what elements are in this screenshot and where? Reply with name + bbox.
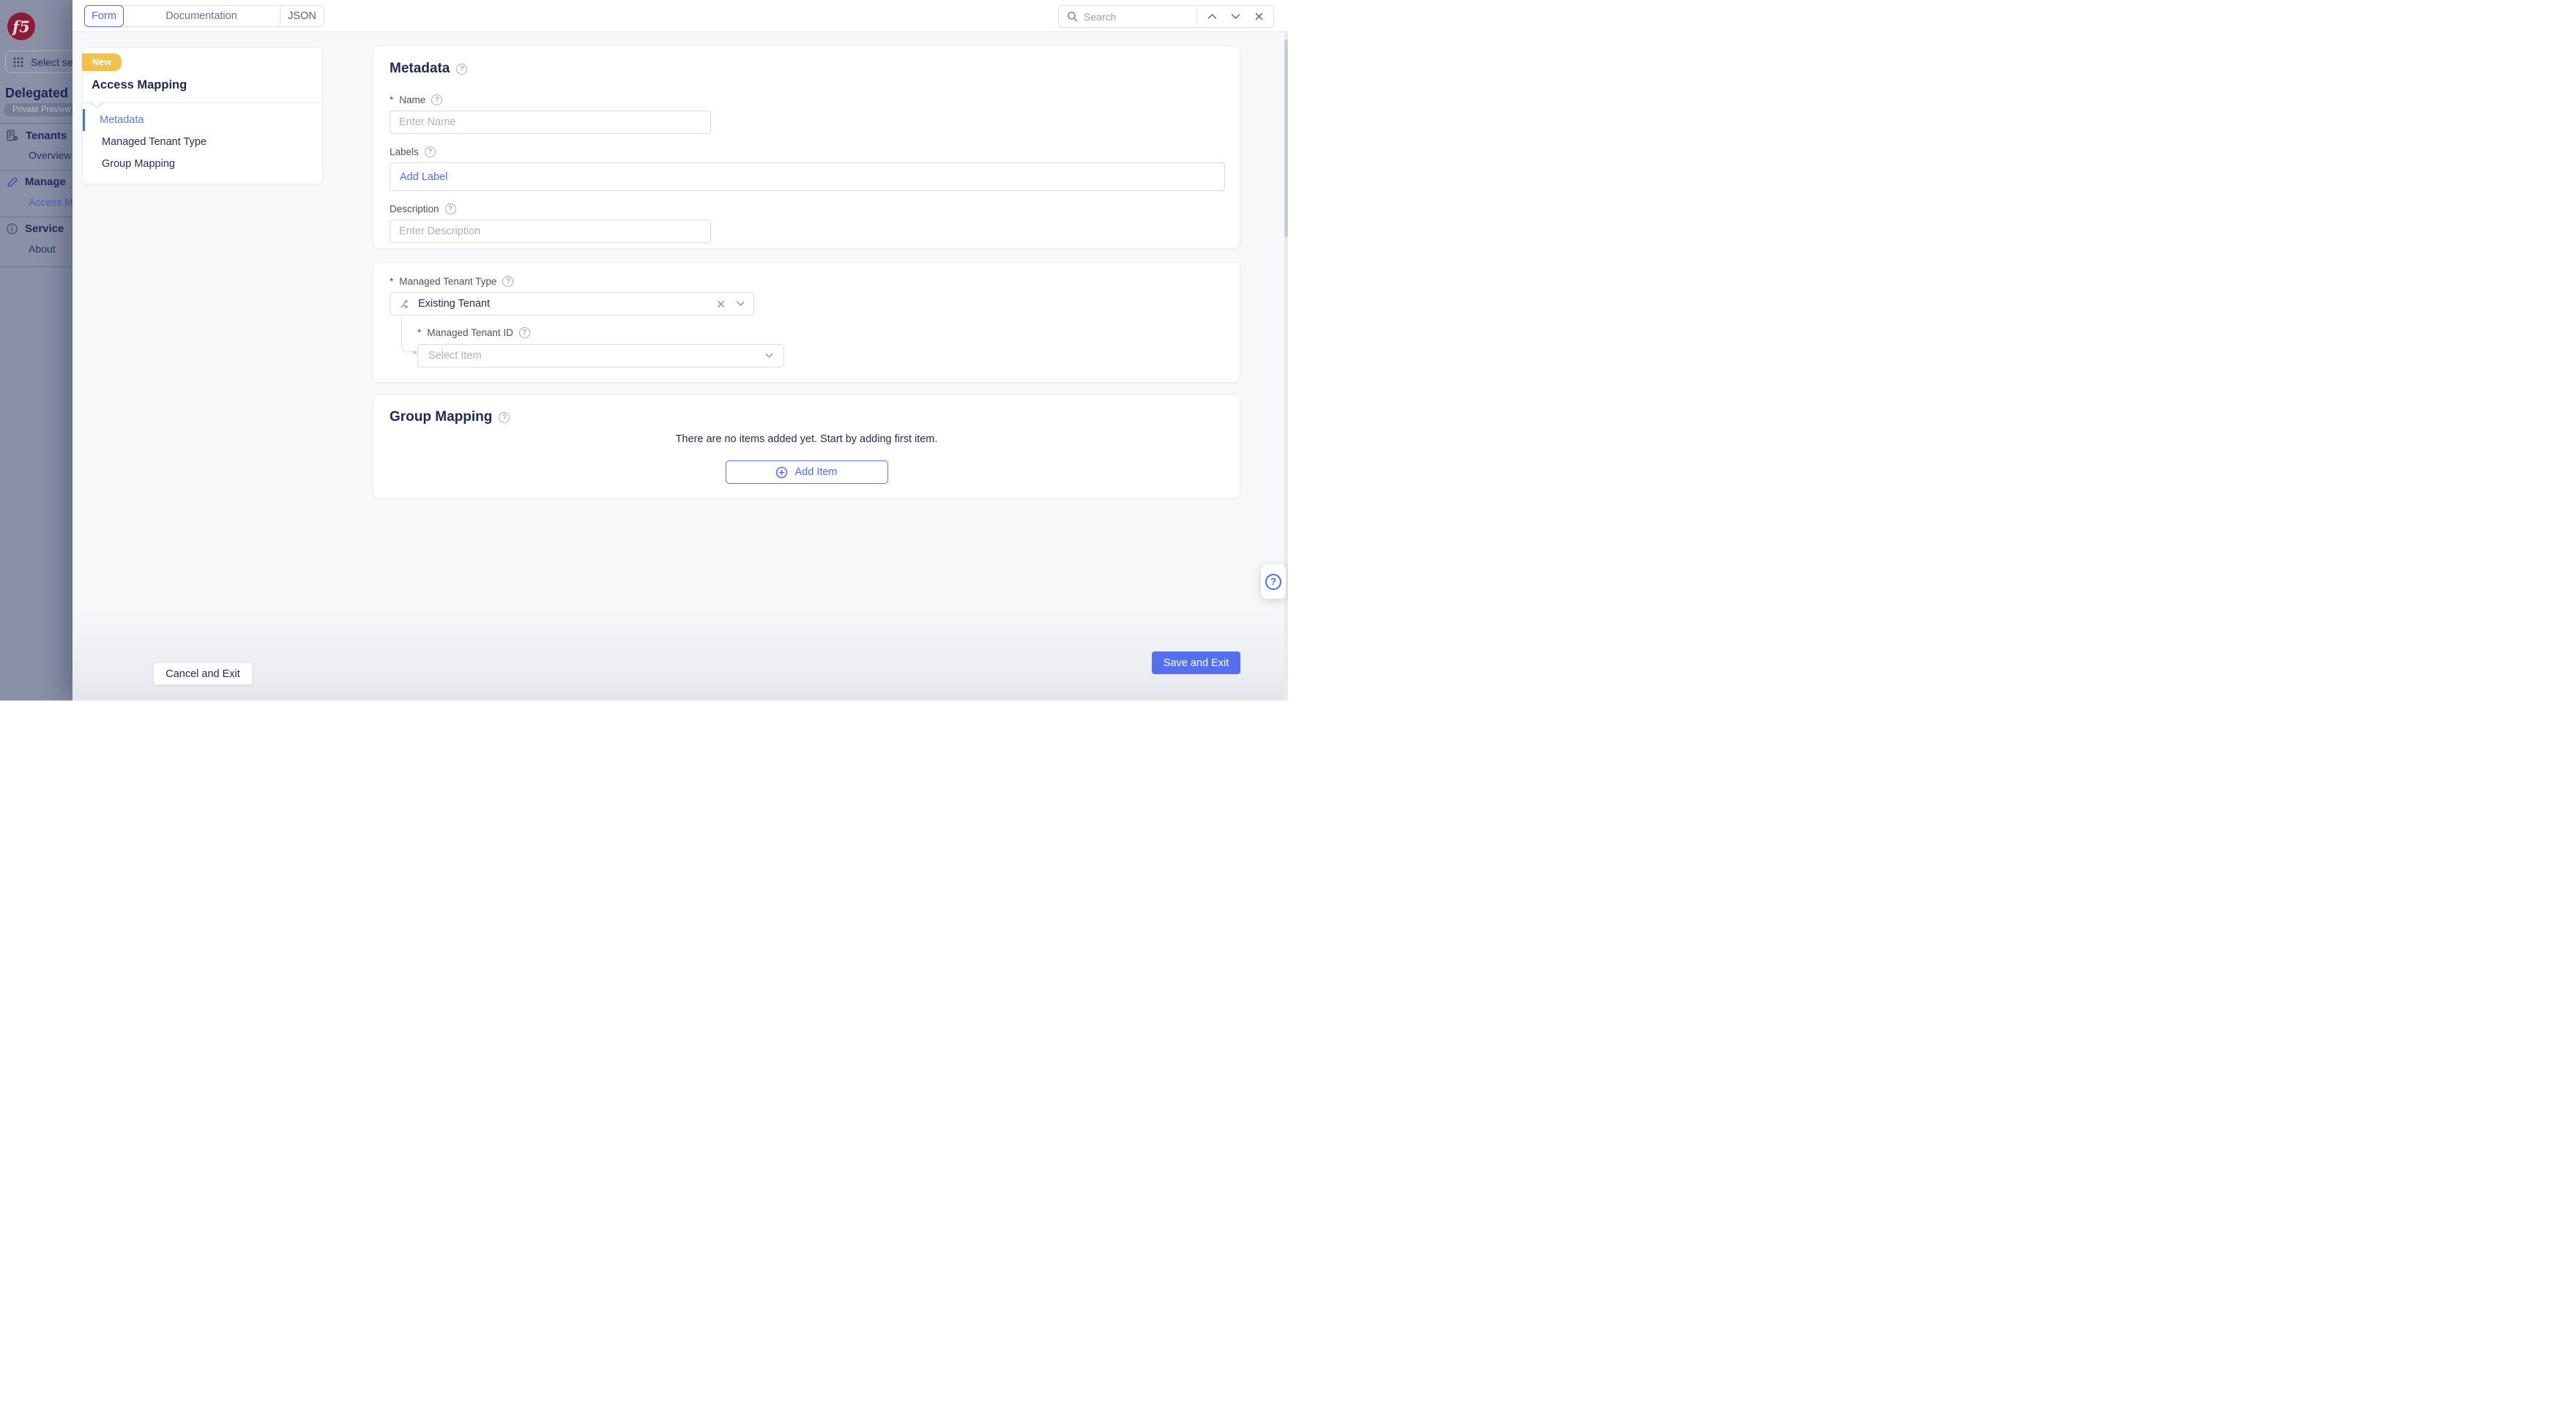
- chevron-up-icon: [1207, 14, 1216, 19]
- search-input[interactable]: [1084, 10, 1191, 23]
- cancel-and-exit-button[interactable]: Cancel and Exit: [153, 662, 253, 685]
- sidebar-item-access-mapping[interactable]: Access M: [29, 196, 72, 208]
- sidebar-item-overview[interactable]: Overview: [29, 149, 71, 161]
- footer-gradient: [72, 605, 1288, 700]
- branch-icon: [400, 299, 409, 309]
- group-mapping-section-title: Group Mapping ?: [390, 395, 1224, 425]
- drawer-topbar: Form Documentation JSON: [72, 0, 1288, 32]
- help-question-icon: ?: [1265, 573, 1281, 590]
- help-icon[interactable]: ?: [444, 203, 456, 214]
- section-nav-item-metadata[interactable]: Metadata: [83, 109, 322, 131]
- sidebar-divider: [0, 266, 72, 267]
- select-service-label: Select se: [31, 56, 72, 68]
- chevron-down-icon: [737, 301, 745, 306]
- clear-selection-button[interactable]: [712, 295, 729, 313]
- description-field-label: Description ?: [390, 203, 1224, 214]
- sidebar-divider: [0, 123, 72, 124]
- search-icon: [1068, 12, 1078, 22]
- tab-form[interactable]: Form: [84, 5, 124, 27]
- tab-documentation[interactable]: Documentation: [123, 6, 280, 26]
- section-collapse-notch-icon[interactable]: [89, 102, 104, 109]
- plus-circle-icon: [776, 466, 788, 478]
- section-nav-card: New Access Mapping Metadata Managed Tena…: [82, 47, 323, 184]
- name-field-label: * Name ?: [390, 94, 1224, 105]
- screen: f5 Select se Delegated Private Preview T…: [0, 0, 1288, 700]
- section-nav-item-managed-tenant-type[interactable]: Managed Tenant Type: [83, 131, 322, 153]
- sidebar-item-about[interactable]: About: [29, 243, 56, 255]
- required-asterisk: *: [417, 327, 422, 338]
- tenants-icon: [7, 130, 18, 141]
- tenant-id-field-label: * Managed Tenant ID ?: [417, 327, 1224, 338]
- f5-logo-icon[interactable]: f5: [7, 12, 35, 40]
- empty-state-text: There are no items added yet. Start by a…: [675, 433, 938, 445]
- access-mapping-drawer: Form Documentation JSON Search New Acces…: [72, 0, 1288, 700]
- add-item-button[interactable]: Add Item: [725, 460, 888, 484]
- sidebar-item-service[interactable]: Service: [6, 223, 64, 235]
- sidebar-title: Delegated: [5, 86, 69, 100]
- tenant-id-placeholder: Select Item: [428, 350, 482, 362]
- info-icon: [7, 223, 18, 234]
- scrollbar-thumb[interactable]: [1284, 40, 1288, 237]
- sidebar-item-manage[interactable]: Manage: [6, 176, 66, 188]
- help-icon[interactable]: ?: [502, 276, 514, 287]
- nav-divider: [83, 102, 322, 103]
- sidebar-item-tenants[interactable]: Tenants: [6, 129, 67, 142]
- select-service-button[interactable]: Select se: [5, 51, 72, 73]
- add-label-button[interactable]: Add Label: [400, 171, 447, 183]
- search-next-button[interactable]: [1226, 8, 1244, 26]
- search-close-button[interactable]: [1250, 8, 1267, 26]
- sidebar-group-label: Service: [25, 223, 64, 235]
- labels-field-label: Labels ?: [390, 146, 1224, 157]
- tenant-type-section-card: * Managed Tenant Type ? Existing Tenant: [373, 262, 1240, 383]
- clear-x-icon: [717, 300, 724, 307]
- tab-json[interactable]: JSON: [280, 6, 324, 26]
- description-field[interactable]: [390, 220, 711, 243]
- search-prev-button[interactable]: [1203, 8, 1221, 26]
- chevron-down-icon: [1231, 14, 1240, 19]
- nested-field-connector: [401, 315, 417, 354]
- metadata-section-card: Metadata ? * Name ? Labels ? Add Label D…: [373, 45, 1240, 249]
- sidebar-group-label: Tenants: [26, 129, 67, 142]
- help-button[interactable]: ?: [1261, 564, 1286, 599]
- labels-field: Add Label: [390, 162, 1225, 191]
- connector-dot: [413, 350, 417, 354]
- section-nav-item-group-mapping[interactable]: Group Mapping: [83, 153, 322, 175]
- close-icon: [1255, 12, 1262, 20]
- private-preview-badge: Private Preview: [4, 103, 72, 116]
- name-field[interactable]: [390, 111, 711, 134]
- tenant-id-select[interactable]: Select Item: [417, 344, 784, 367]
- metadata-section-title: Metadata ?: [390, 46, 1224, 77]
- help-icon[interactable]: ?: [456, 63, 468, 75]
- section-nav-list: Metadata Managed Tenant Type Group Mappi…: [83, 109, 322, 175]
- app-sidebar: f5 Select se Delegated Private Preview T…: [0, 0, 72, 700]
- required-asterisk: *: [390, 94, 394, 105]
- drawer-title: Access Mapping: [92, 78, 187, 91]
- required-asterisk: *: [390, 276, 394, 287]
- tenant-type-field-label: * Managed Tenant Type ?: [390, 276, 1224, 287]
- help-icon[interactable]: ?: [431, 94, 443, 105]
- view-tabs: Form Documentation JSON: [84, 5, 324, 27]
- sidebar-group-label: Manage: [25, 176, 66, 188]
- tenant-type-select[interactable]: Existing Tenant: [390, 292, 754, 315]
- grid-dots-icon: [13, 57, 23, 67]
- search-divider: [1196, 9, 1197, 24]
- tenant-type-value: Existing Tenant: [418, 298, 491, 310]
- help-icon[interactable]: ?: [518, 327, 530, 338]
- group-mapping-section-card: Group Mapping ? There are no items added…: [373, 395, 1240, 498]
- search-bar: [1058, 5, 1274, 28]
- pencil-icon: [7, 177, 18, 187]
- chevron-down-icon: [765, 353, 773, 358]
- help-icon[interactable]: ?: [424, 146, 436, 157]
- sidebar-divider: [0, 170, 72, 171]
- new-badge: New: [82, 53, 122, 71]
- help-icon[interactable]: ?: [499, 411, 510, 423]
- save-and-exit-button[interactable]: Save and Exit: [1152, 651, 1240, 674]
- scrollbar-track[interactable]: [1284, 32, 1288, 700]
